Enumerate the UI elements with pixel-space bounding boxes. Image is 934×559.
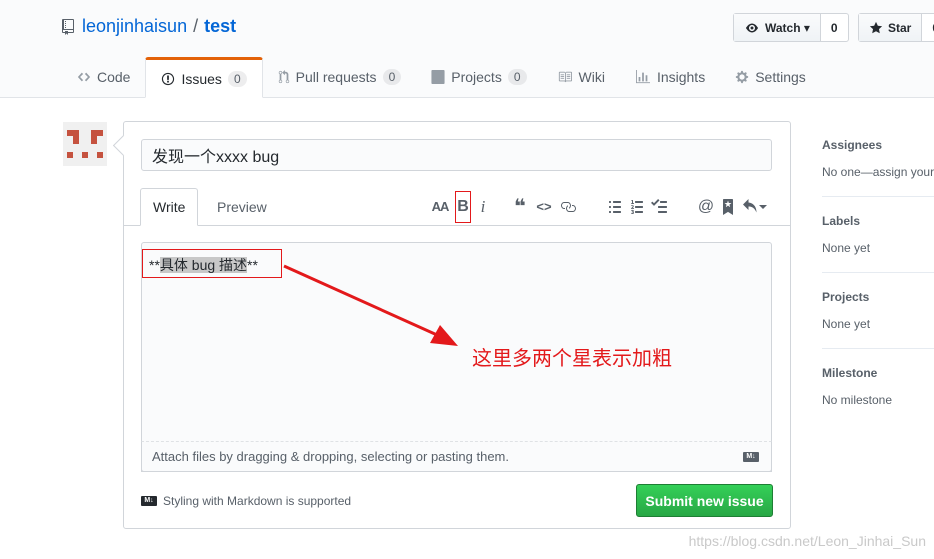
repo-nav-tabs: Code Issues 0 Pull requests 0 Projects 0 [62, 57, 821, 98]
link-button[interactable] [558, 195, 578, 219]
numbered-list-button[interactable] [627, 195, 647, 219]
markdown-toolbar: AA B i [429, 188, 493, 225]
sidebar-assignees[interactable]: Assignees No one—assign yourself [822, 121, 934, 197]
tab-write[interactable]: Write [140, 188, 199, 226]
markdown-toolbar-lists [605, 188, 669, 225]
code-button[interactable]: <> [534, 195, 554, 219]
pull-request-icon [278, 70, 290, 84]
issue-icon [161, 72, 175, 86]
tasklist-icon [651, 198, 667, 213]
tab-wiki[interactable]: Wiki [542, 57, 620, 97]
annotation-text: 这里多两个星表示加粗 [472, 346, 672, 370]
tab-wiki-label: Wiki [578, 69, 605, 85]
watch-count[interactable]: 0 [821, 14, 848, 41]
repo-title: leonjinhaisun / test [62, 16, 236, 37]
ordered-list-icon [631, 199, 643, 214]
markdown-note-text: Styling with Markdown is supported [163, 494, 352, 508]
annotation-highlight-box [142, 249, 282, 278]
link-icon [561, 201, 576, 212]
bold-button[interactable]: B [455, 190, 471, 223]
sidebar-heading: Labels [822, 214, 861, 228]
eye-icon [746, 23, 758, 32]
repo-owner-link[interactable]: leonjinhaisun [82, 16, 187, 37]
pull-requests-counter: 0 [382, 69, 402, 85]
repo-separator: / [193, 16, 199, 36]
watermark: https://blog.csdn.net/Leon_Jinhai_Sun [688, 533, 926, 549]
tab-projects-label: Projects [451, 69, 502, 85]
sidebar-labels[interactable]: Labels None yet [822, 197, 934, 273]
projects-counter: 0 [507, 69, 527, 85]
tab-code-label: Code [97, 69, 131, 85]
tab-settings-label: Settings [755, 69, 806, 85]
watch-button-group: Watch ▾ 0 [733, 13, 849, 42]
editor-tabnav: Write Preview AA B i ❝ <> @ [124, 188, 790, 226]
gear-icon [735, 70, 749, 84]
issue-sidebar: Assignees No one—assign yourself Labels … [806, 121, 934, 424]
text-size-button[interactable]: AA [429, 195, 451, 219]
issue-title-input[interactable] [141, 139, 772, 171]
star-label: Star [888, 20, 912, 35]
sidebar-heading: Projects [822, 290, 870, 304]
bookmark-icon [723, 198, 733, 215]
italic-button[interactable]: i [473, 195, 493, 219]
sidebar-value: None yet [822, 317, 871, 331]
tab-insights[interactable]: Insights [620, 57, 720, 97]
chevron-down-icon [758, 204, 767, 209]
repo-header: leonjinhaisun / test Watch ▾ 0 Star 0 Co… [0, 0, 934, 98]
sidebar-value: No one—assign yourself [822, 165, 934, 179]
mention-button[interactable]: @ [696, 195, 716, 219]
repo-icon [62, 18, 74, 35]
tab-pull-requests[interactable]: Pull requests 0 [263, 57, 417, 97]
tab-pull-requests-label: Pull requests [295, 69, 377, 85]
tab-insights-label: Insights [656, 69, 706, 85]
unordered-list-icon [609, 200, 621, 213]
form-pointer [112, 134, 135, 157]
markdown-note[interactable]: M↓ Styling with Markdown is supported [141, 494, 351, 508]
book-icon [557, 70, 573, 84]
sidebar-heading: Milestone [822, 366, 878, 380]
markdown-badge-icon: M↓ [141, 496, 157, 506]
attach-files-text: Attach files by dragging & dropping, sel… [152, 449, 509, 464]
submit-new-issue-button[interactable]: Submit new issue [636, 484, 773, 517]
sidebar-projects[interactable]: Projects None yet [822, 273, 934, 349]
markdown-toolbar-extra: @ [696, 188, 768, 225]
star-icon [869, 21, 883, 33]
watch-label: Watch ▾ [765, 20, 810, 35]
tab-preview[interactable]: Preview [205, 188, 279, 225]
sidebar-heading: Assignees [822, 138, 883, 152]
sidebar-milestone[interactable]: Milestone No milestone [822, 349, 934, 424]
project-icon [431, 70, 445, 84]
code-icon [77, 70, 91, 84]
graph-icon [635, 70, 651, 84]
markdown-toolbar-insert: ❝ <> [510, 188, 578, 225]
tab-settings[interactable]: Settings [720, 57, 821, 97]
sidebar-value: None yet [822, 241, 871, 255]
tab-issues-label: Issues [181, 70, 222, 87]
bulleted-list-button[interactable] [605, 195, 625, 219]
saved-reply-button[interactable] [718, 195, 738, 219]
reply-dropdown-button[interactable] [740, 195, 768, 219]
issues-counter: 0 [227, 70, 247, 87]
repo-name-link[interactable]: test [204, 16, 236, 37]
sidebar-value: No milestone [822, 393, 893, 407]
attach-files-bar[interactable]: Attach files by dragging & dropping, sel… [141, 441, 772, 472]
tab-projects[interactable]: Projects 0 [416, 57, 541, 97]
markdown-icon: M↓ [743, 452, 759, 462]
avatar [63, 122, 107, 166]
new-issue-form: Write Preview AA B i ❝ <> @ [112, 121, 791, 529]
tab-code[interactable]: Code [62, 57, 145, 97]
tab-issues[interactable]: Issues 0 [145, 57, 263, 98]
star-count[interactable]: 0 [922, 14, 934, 41]
watch-button[interactable]: Watch ▾ [734, 14, 821, 41]
reply-icon [742, 198, 756, 212]
star-button-group: Star 0 [858, 13, 934, 42]
task-list-button[interactable] [649, 195, 669, 219]
star-button[interactable]: Star [859, 14, 923, 41]
quote-button[interactable]: ❝ [510, 195, 530, 219]
